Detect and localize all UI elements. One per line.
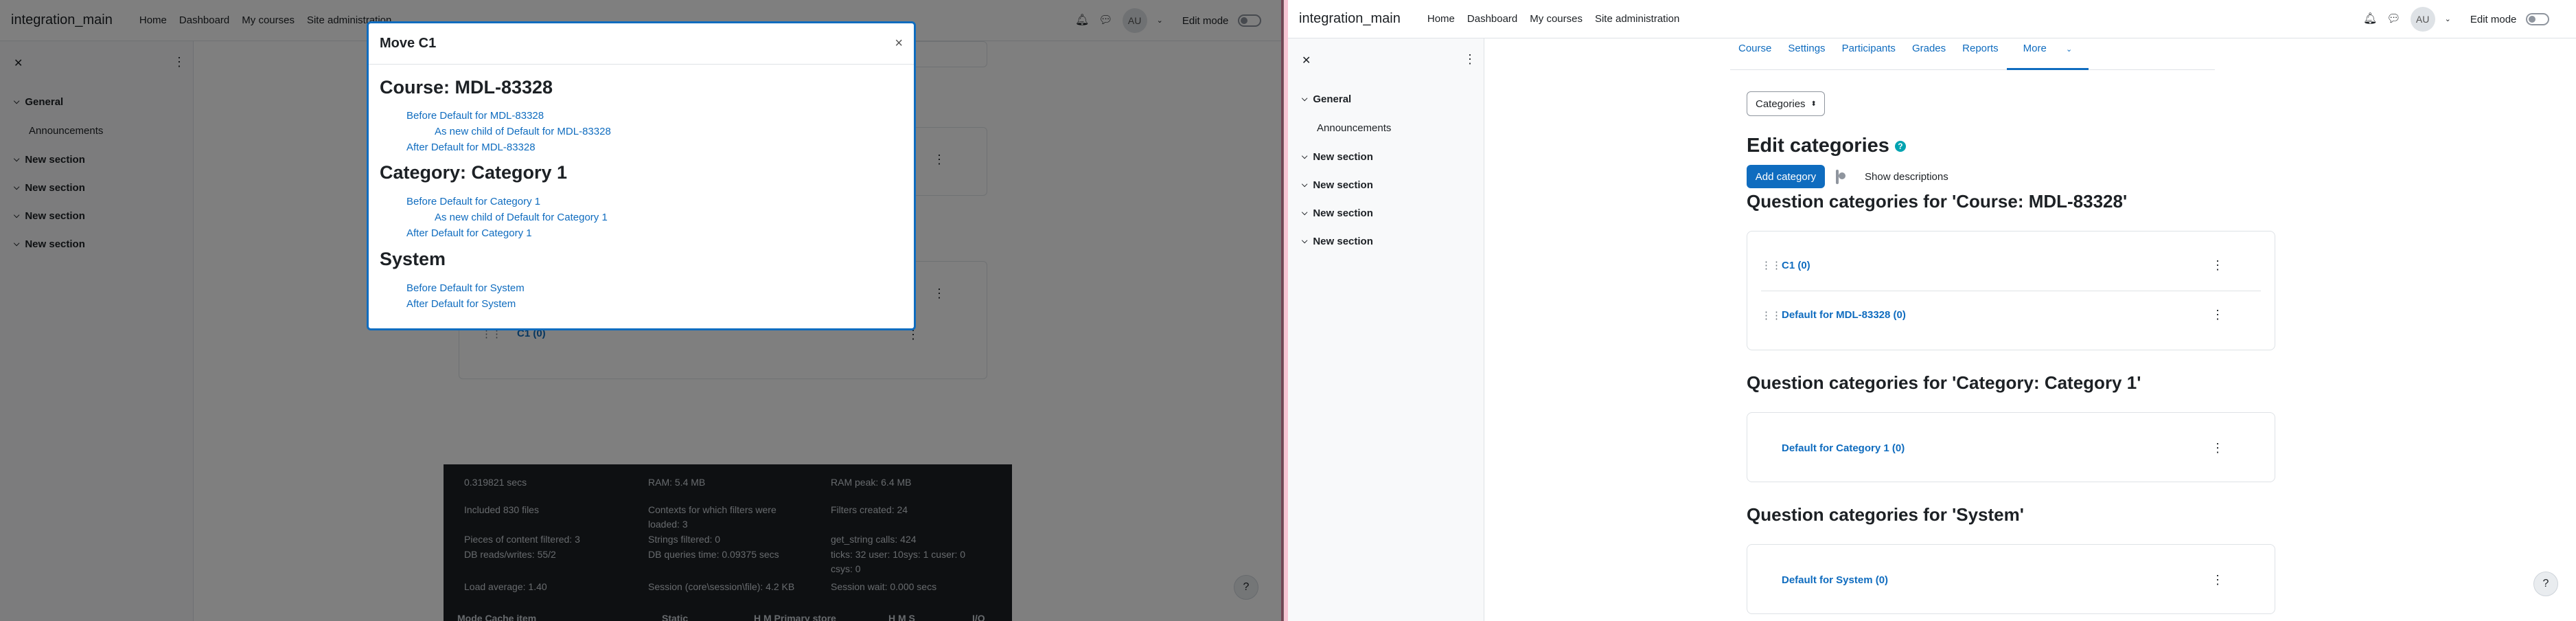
help-button[interactable]: ?: [2533, 572, 2558, 596]
list-item: ⋮⋮ C1 (0) ⋮: [1761, 241, 2261, 289]
tab-settings[interactable]: Settings: [1780, 38, 1833, 69]
move-link[interactable]: Before Default for Category 1: [406, 196, 540, 207]
right-pane: integration_main Home Dashboard My cours…: [1288, 0, 2576, 621]
chevron-down-icon: ⌵: [1302, 237, 1308, 245]
list-item: ⋮⋮ Default for System (0) ⋮: [1761, 556, 2261, 604]
drag-handle-icon[interactable]: ⋮⋮: [1761, 259, 1782, 271]
show-descriptions-toggle[interactable]: [1836, 170, 1839, 184]
user-navigation: 🔔︎ 💬︎ AU ⌄ Edit mode: [2363, 0, 2550, 38]
move-group-heading: Course: MDL-83328: [380, 77, 553, 98]
section-heading: Question categories for 'System': [1747, 504, 2024, 525]
category-list-card: ⋮⋮ Default for Category 1 (0) ⋮: [1747, 412, 2275, 482]
drawer-section-new-1[interactable]: ⌵New section: [1302, 151, 1373, 163]
chevron-down-icon: ⌵: [1302, 95, 1308, 103]
kebab-icon[interactable]: ⋮: [1464, 52, 1476, 67]
drawer-section-new-2[interactable]: ⌵New section: [1302, 179, 1373, 191]
tab-grades[interactable]: Grades: [1904, 38, 1954, 69]
secondary-navigation: Course Settings Participants Grades Repo…: [1730, 38, 2215, 70]
move-group-heading: System: [380, 249, 446, 269]
nav-home[interactable]: Home: [1421, 13, 1461, 25]
drawer-section-general[interactable]: ⌵General: [1302, 93, 1351, 105]
move-link[interactable]: After Default for System: [406, 298, 516, 310]
kebab-icon[interactable]: ⋮: [2211, 258, 2224, 273]
left-pane: integration_main Home Dashboard My cours…: [0, 0, 1284, 621]
move-link[interactable]: Before Default for MDL-83328: [406, 110, 544, 122]
modal-title: Move C1: [380, 36, 437, 51]
edit-mode-label: Edit mode: [2470, 13, 2517, 25]
section-heading: Question categories for 'Category: Categ…: [1747, 372, 2141, 393]
move-category-modal: Move C1 × Course: MDL-83328 Before Defau…: [367, 21, 916, 330]
category-list-card: ⋮⋮ C1 (0) ⋮ ⋮⋮ Default for MDL-83328 (0)…: [1747, 231, 2275, 350]
select-arrows-icon: ⬍: [1810, 100, 1817, 108]
avatar[interactable]: AU: [2410, 7, 2435, 32]
move-link[interactable]: As new child of Default for MDL-83328: [435, 126, 611, 137]
category-list-card: ⋮⋮ Default for System (0) ⋮: [1747, 544, 2275, 614]
move-link[interactable]: Before Default for System: [406, 282, 525, 294]
chevron-down-icon: ⌄: [2066, 45, 2073, 54]
help-icon[interactable]: ?: [1894, 141, 1906, 153]
nav-site-administration[interactable]: Site administration: [1589, 13, 1686, 25]
show-descriptions-label: Show descriptions: [1865, 171, 1948, 183]
tab-course[interactable]: Course: [1730, 38, 1780, 69]
move-link[interactable]: As new child of Default for Category 1: [435, 212, 608, 223]
tab-more[interactable]: More ⌄: [2006, 38, 2089, 70]
add-category-button[interactable]: Add category: [1747, 165, 1825, 188]
move-link[interactable]: After Default for Category 1: [406, 227, 532, 239]
close-icon[interactable]: ×: [895, 36, 903, 52]
primary-navigation: Home Dashboard My courses Site administr…: [1421, 13, 1686, 25]
question-bank-select[interactable]: Categories ⬍: [1747, 91, 1825, 116]
drawer-item-announcements[interactable]: Announcements: [1317, 122, 1391, 134]
question-icon: ?: [2542, 578, 2549, 589]
nav-my-courses[interactable]: My courses: [1523, 13, 1589, 25]
site-brand[interactable]: integration_main: [1299, 11, 1401, 27]
top-navbar: integration_main Home Dashboard My cours…: [1288, 0, 2576, 38]
section-heading: Question categories for 'Course: MDL-833…: [1747, 191, 2128, 212]
move-link[interactable]: After Default for MDL-83328: [406, 142, 536, 153]
list-item: ⋮⋮ Default for MDL-83328 (0) ⋮: [1761, 291, 2261, 339]
tab-participants[interactable]: Participants: [1834, 38, 1904, 69]
category-link[interactable]: C1 (0): [1782, 260, 1810, 271]
kebab-icon[interactable]: ⋮: [2211, 308, 2224, 322]
chevron-down-icon: ⌵: [1302, 153, 1308, 161]
chevron-down-icon[interactable]: ⌄: [2445, 15, 2451, 23]
category-link[interactable]: Default for Category 1 (0): [1782, 442, 1905, 454]
list-item: ⋮⋮ Default for Category 1 (0) ⋮: [1761, 424, 2261, 472]
bell-icon[interactable]: 🔔︎: [2363, 14, 2377, 25]
edit-mode-toggle[interactable]: [2526, 13, 2550, 25]
drawer-section-new-4[interactable]: ⌵New section: [1302, 236, 1373, 247]
nav-dashboard[interactable]: Dashboard: [1461, 13, 1523, 25]
drawer-section-new-3[interactable]: ⌵New section: [1302, 207, 1373, 219]
page-title: Edit categories ?: [1747, 135, 1906, 157]
drag-handle-icon[interactable]: ⋮⋮: [1761, 309, 1782, 321]
kebab-icon[interactable]: ⋮: [2211, 573, 2224, 587]
close-icon[interactable]: ✕: [1302, 54, 1311, 67]
category-link[interactable]: Default for MDL-83328 (0): [1782, 309, 1906, 321]
chevron-down-icon: ⌵: [1302, 209, 1308, 217]
message-icon[interactable]: 💬︎: [2387, 14, 2400, 25]
move-group-heading: Category: Category 1: [380, 162, 568, 183]
course-index-drawer: ✕ ⋮ ⌵General Announcements ⌵New section …: [1288, 38, 1484, 621]
category-link[interactable]: Default for System (0): [1782, 574, 1888, 586]
modal-header: Move C1: [369, 23, 914, 65]
tab-reports[interactable]: Reports: [1954, 38, 2007, 69]
kebab-icon[interactable]: ⋮: [2211, 441, 2224, 455]
chevron-down-icon: ⌵: [1302, 181, 1308, 189]
